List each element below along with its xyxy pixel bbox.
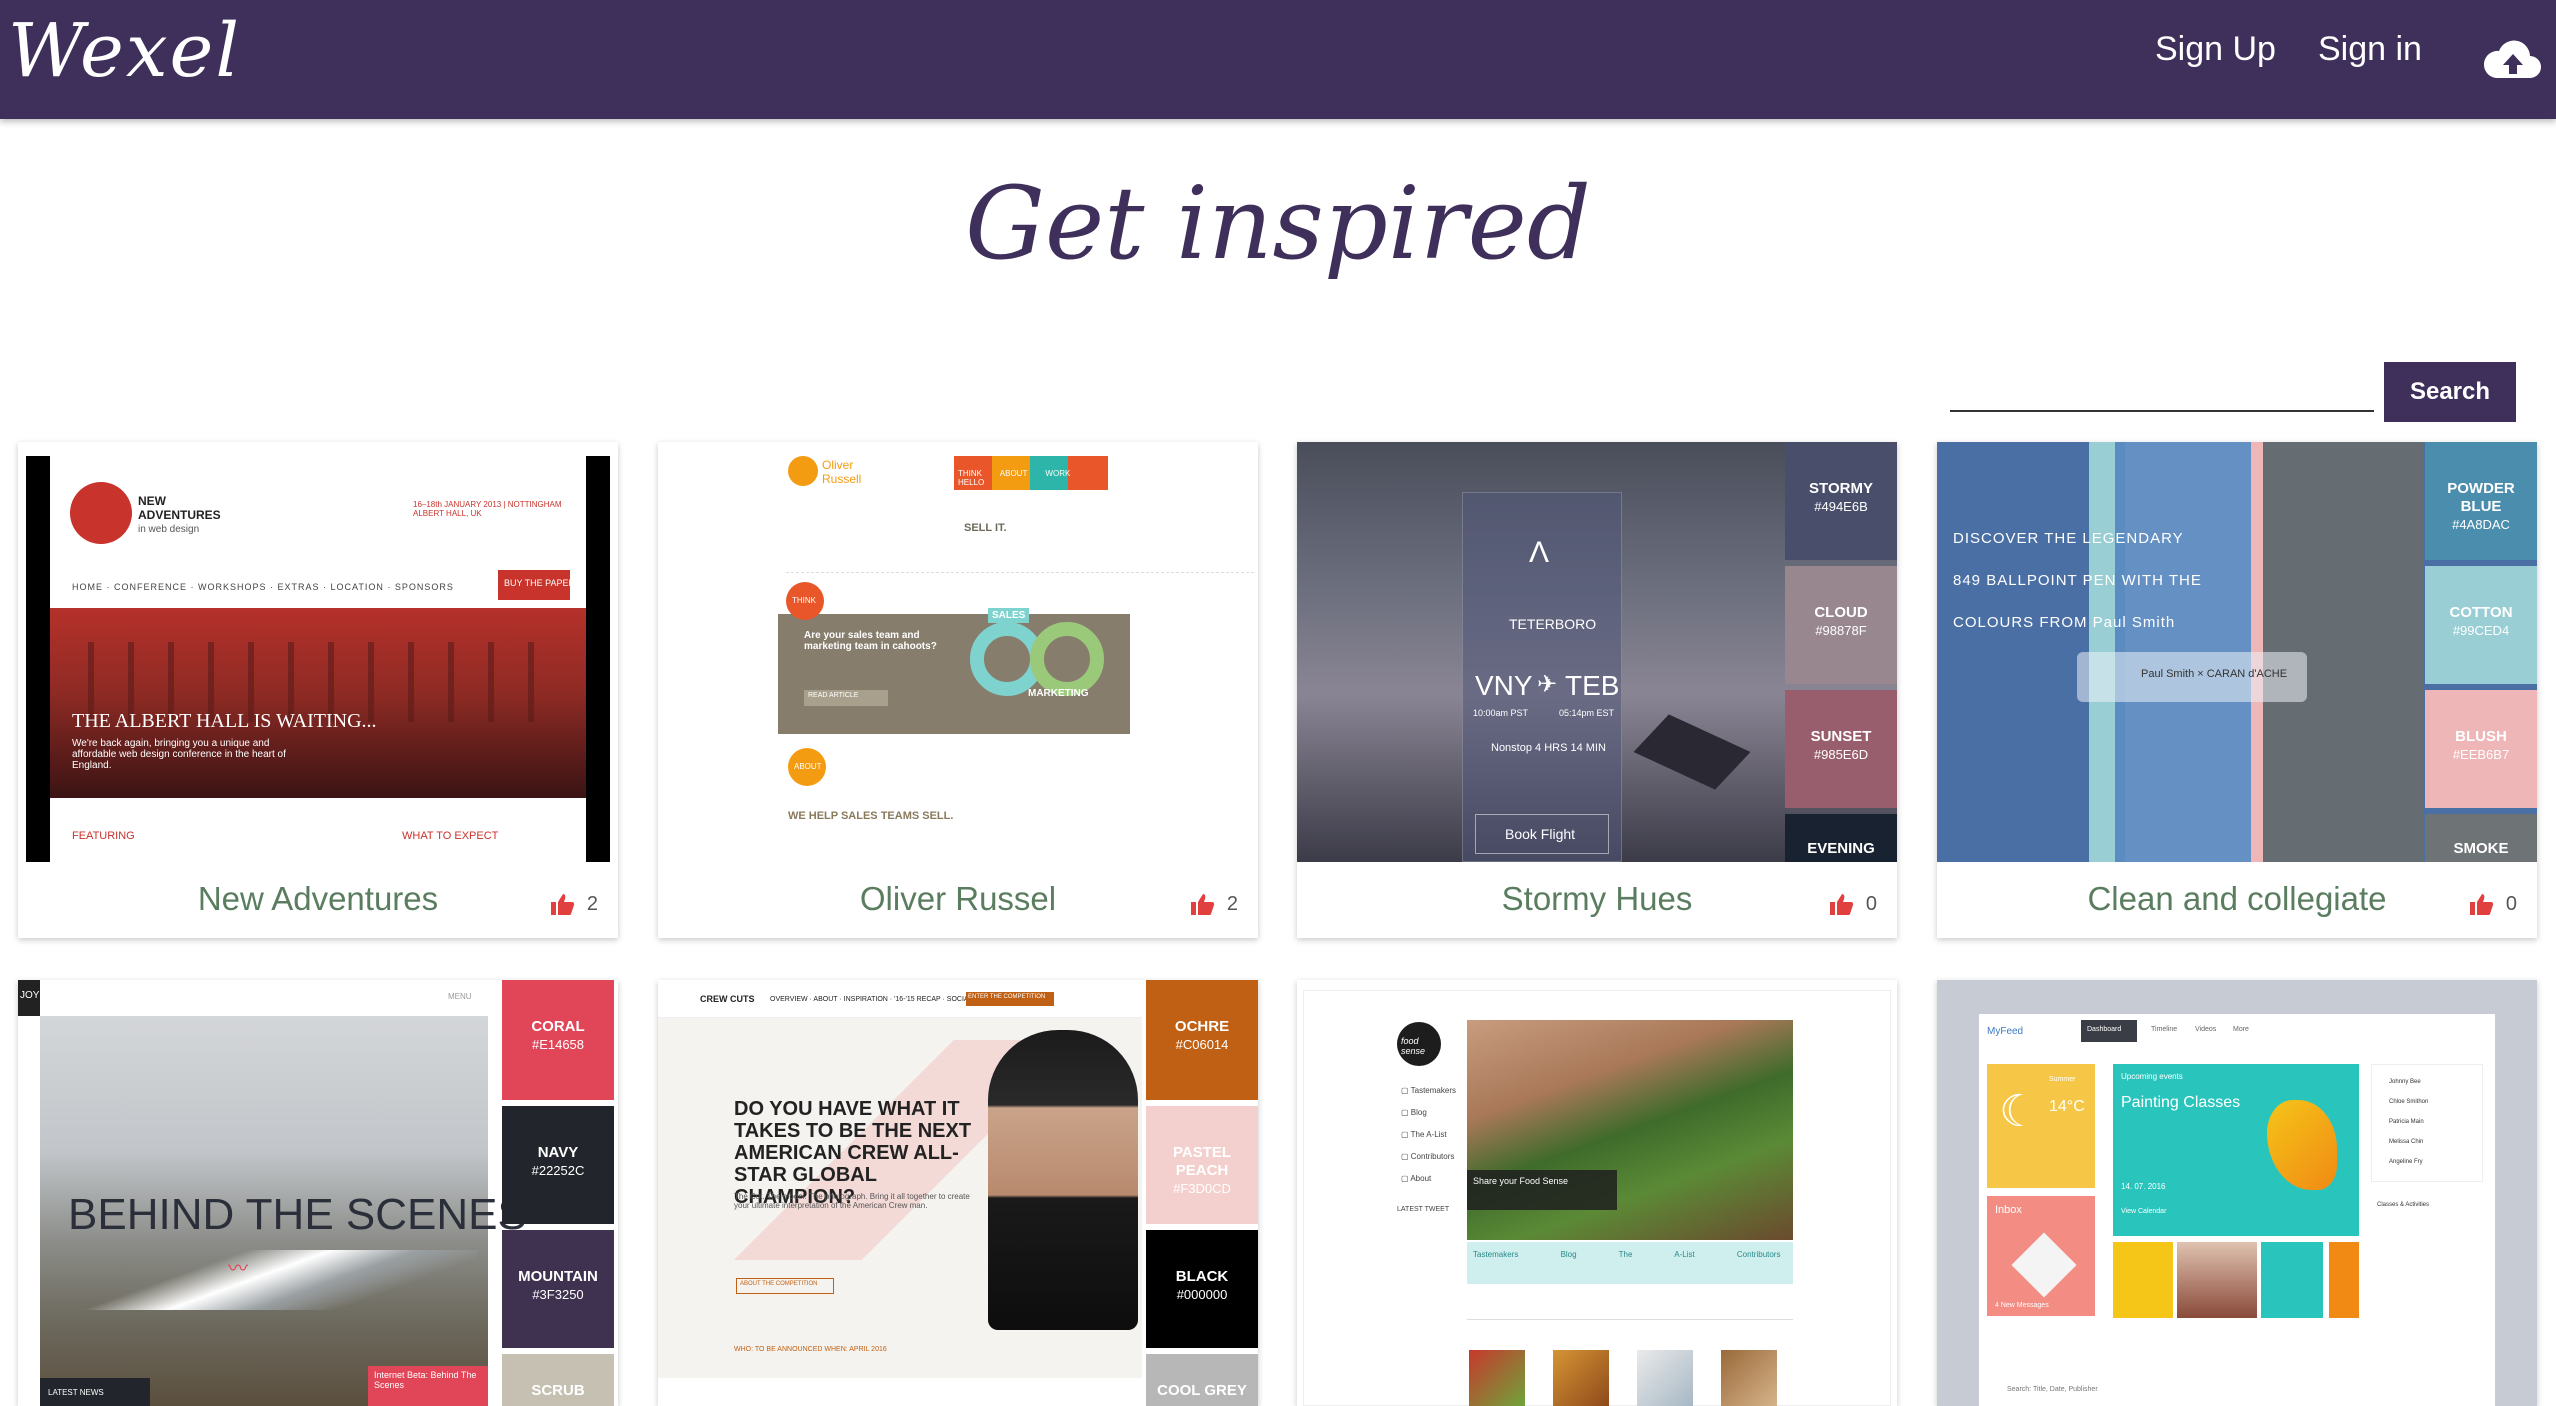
top-navbar: Wexel Sign Up Sign in xyxy=(0,0,2556,119)
inspiration-card[interactable]: MyFeed Dashboard Timeline Videos More ☾ … xyxy=(1937,980,2537,1406)
card-title[interactable]: Oliver Russel xyxy=(658,880,1258,918)
inspiration-card[interactable]: CREW CUTS OVERVIEW · ABOUT · INSPIRATION… xyxy=(658,980,1258,1406)
mini-menu: HOME · CONFERENCE · WORKSHOPS · EXTRAS ·… xyxy=(72,582,454,592)
card-thumbnail[interactable]: Λ TETERBORO VNY ✈ TEB 10:00am PST 05:14p… xyxy=(1297,442,1897,862)
thumbs-up-icon[interactable] xyxy=(549,892,575,916)
like-counter[interactable]: 0 xyxy=(1828,892,1877,916)
card-footer: Stormy Hues 0 xyxy=(1297,862,1897,938)
inspiration-card[interactable]: Λ TETERBORO VNY ✈ TEB 10:00am PST 05:14p… xyxy=(1297,442,1897,938)
people-list: Johnny Bee Chloe Smithon Patricia Main Meli… xyxy=(2389,1079,2429,1165)
like-count: 0 xyxy=(1865,892,1877,915)
thumbs-up-icon[interactable] xyxy=(1189,892,1215,916)
thumbs-up-icon[interactable] xyxy=(2468,892,2494,916)
like-count: 0 xyxy=(2505,892,2517,915)
color-swatches: STORMY #494E6B CLOUD #98878F SUNSET #985E6D… xyxy=(1785,442,1897,862)
page-title: Get inspired xyxy=(965,165,1591,282)
mini-sidebar: ▢ Tastemakers ▢ Blog ▢ The A-List ▢ Contrib… xyxy=(1401,1086,1456,1183)
inspiration-card[interactable]: Oliver Russell THINK ABOUT WORK HELLO SE… xyxy=(658,442,1258,938)
search-button[interactable]: Search xyxy=(2384,362,2516,422)
color-swatches: OCHRE #C06014 PASTEL PEACH #F3D0CD BLACK #0… xyxy=(1146,980,1258,1406)
card-footer: New Adventures 2 xyxy=(18,862,618,938)
card-thumbnail[interactable]: NEW ADVENTURES in web design 16–18th JAN… xyxy=(18,442,618,862)
card-thumbnail[interactable]: Paul Smith × CARAN d'ACHE DISCOVER THE L… xyxy=(1937,442,2537,862)
card-thumbnail[interactable]: Oliver Russell THINK ABOUT WORK HELLO SE… xyxy=(658,442,1258,862)
like-count: 2 xyxy=(586,892,598,915)
card-thumbnail[interactable]: CREW CUTS OVERVIEW · ABOUT · INSPIRATION… xyxy=(658,980,1258,1406)
pen-engraving: Paul Smith × CARAN d'ACHE xyxy=(2141,668,2288,680)
cloud-upload-icon[interactable] xyxy=(2482,34,2542,84)
card-footer: Oliver Russel 2 xyxy=(658,862,1258,938)
inspiration-card[interactable]: NEW ADVENTURES in web design 16–18th JAN… xyxy=(18,442,618,938)
like-count: 2 xyxy=(1226,892,1238,915)
card-title[interactable]: Clean and collegiate xyxy=(1937,880,2537,918)
brand-logo[interactable]: Wexel xyxy=(8,8,241,94)
card-thumbnail[interactable]: MyFeed Dashboard Timeline Videos More ☾ … xyxy=(1937,980,2537,1406)
like-counter[interactable]: 2 xyxy=(1189,892,1238,916)
color-swatches: POWDER BLUE #4A8DAC COTTON #99CED4 BLUSH #E… xyxy=(2425,442,2537,862)
signup-link[interactable]: Sign Up xyxy=(2155,30,2276,69)
color-swatches: CORAL #E14658 NAVY #22252C MOUNTAIN #3F3250… xyxy=(502,980,614,1406)
thumbs-up-icon[interactable] xyxy=(1828,892,1854,916)
search-input[interactable] xyxy=(1950,370,2374,412)
mini-menu: OVERVIEW · ABOUT · INSPIRATION · '16-'15… xyxy=(770,996,993,1003)
inspiration-card[interactable]: food sense ▢ Tastemakers ▢ Blog ▢ The A-Li… xyxy=(1297,980,1897,1406)
card-thumbnail[interactable]: JOY MENU BEHIND THE SCENES 〰 LATEST NEWS… xyxy=(18,980,618,1406)
like-counter[interactable]: 2 xyxy=(549,892,598,916)
inspiration-card[interactable]: Paul Smith × CARAN d'ACHE DISCOVER THE L… xyxy=(1937,442,2537,938)
like-counter[interactable]: 0 xyxy=(2468,892,2517,916)
card-title[interactable]: New Adventures xyxy=(18,880,618,918)
card-footer: Clean and collegiate 0 xyxy=(1937,862,2537,938)
card-title[interactable]: Stormy Hues xyxy=(1297,880,1897,918)
inspiration-card[interactable]: JOY MENU BEHIND THE SCENES 〰 LATEST NEWS… xyxy=(18,980,618,1406)
card-thumbnail[interactable]: food sense ▢ Tastemakers ▢ Blog ▢ The A-Li… xyxy=(1297,980,1897,1406)
signin-link[interactable]: Sign in xyxy=(2318,30,2422,69)
